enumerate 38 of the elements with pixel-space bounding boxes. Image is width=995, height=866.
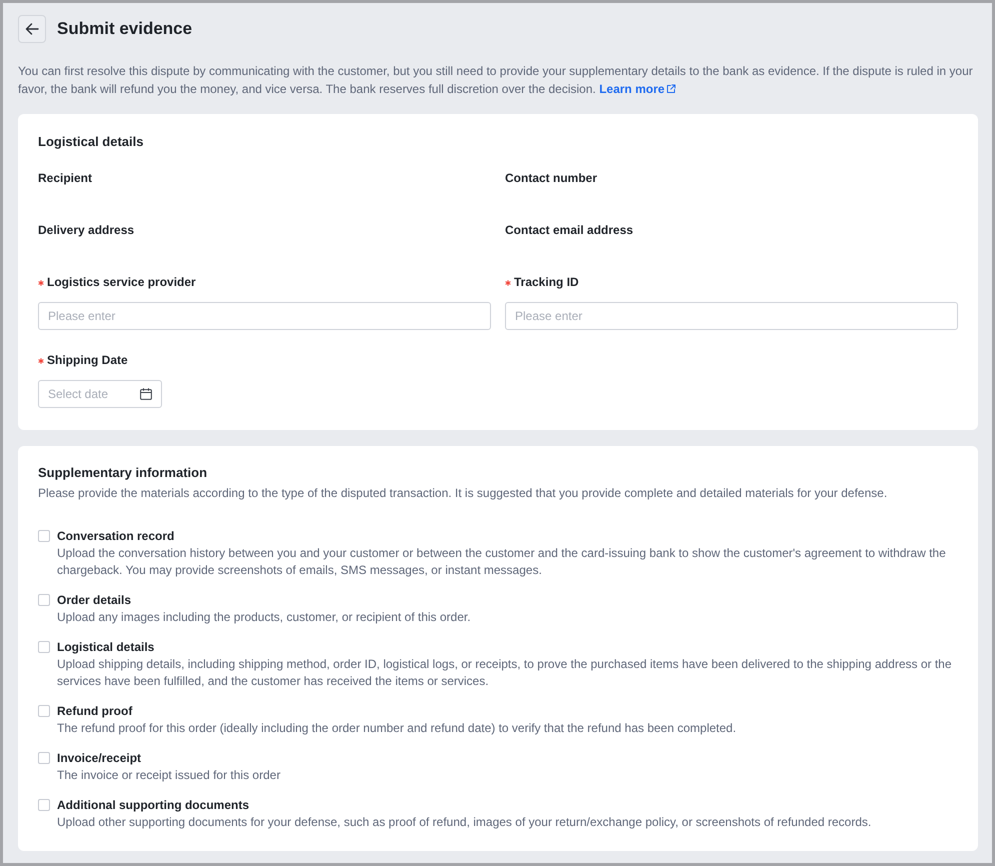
page-title: Submit evidence <box>57 18 192 40</box>
text-input[interactable]: Please enter <box>38 302 491 330</box>
text-input[interactable]: Please enter <box>505 302 958 330</box>
checkbox[interactable] <box>38 799 50 811</box>
field-label: Recipient <box>38 170 92 187</box>
field-label: Tracking ID <box>514 274 579 291</box>
external-link-icon <box>666 84 676 94</box>
section-description: Please provide the materials according to the type of the disputed transaction. It is suggested that you provide complete and detailed materials for your defense. <box>38 485 888 502</box>
option-description: The invoice or receipt issued for this order <box>57 767 282 784</box>
field-label: Shipping Date <box>47 352 128 369</box>
calendar-icon <box>140 388 152 400</box>
back-arrow-icon <box>25 22 39 36</box>
date-field[interactable]: Select date <box>38 380 162 408</box>
learn-more-link[interactable]: Learn more <box>599 82 676 96</box>
checkbox[interactable] <box>38 594 50 606</box>
option-label: Order details <box>57 592 132 609</box>
option-description: Upload shipping details, including shipping method, order ID, logistical logs, or receipts, to prove the purchased items have been delivered to the shipping address or the services have been fulfilled, and the customer has received the items or services. <box>57 656 953 690</box>
section-title: Logistical details <box>38 133 144 151</box>
field-label: Logistics service provider <box>47 274 196 291</box>
field-label: Delivery address <box>38 222 134 239</box>
option-description: Upload the conversation history between you and your customer or between the customer and the card-issuing bank to show the customer's agreement to withdraw the chargeback. You may provide screenshots of emails, SMS messages, or instant messages. <box>57 545 947 579</box>
option-label: Logistical details <box>57 639 156 656</box>
option-label: Additional supporting documents <box>57 797 250 814</box>
option-description: Upload other supporting documents for your defense, such as proof of refund, images of your return/exchange policy, or screenshots of refunded records. <box>57 814 872 831</box>
section-title: Supplementary information <box>38 464 208 482</box>
intro-text: You can first resolve this dispute by communicating with the customer, but you still need to provide your supplementary details to the bank as evidence. If the dispute is ruled in your favor, the bank will refund you the money, and vice versa. The bank reserves full discretion over the decision. Learn more <box>18 63 974 98</box>
checkbox[interactable] <box>38 530 50 542</box>
option-label: Conversation record <box>57 528 176 545</box>
option-description: Upload any images including the products, customer, or recipient of this order. <box>57 609 472 626</box>
option-description: The refund proof for this order (ideally including the order number and refund date) to verify that the refund has been completed. <box>57 720 738 737</box>
checkbox[interactable] <box>38 705 50 717</box>
back-button[interactable] <box>18 15 46 43</box>
checkbox[interactable] <box>38 641 50 653</box>
field-label: Contact number <box>505 170 598 187</box>
checkbox[interactable] <box>38 752 50 764</box>
option-label: Invoice/receipt <box>57 750 142 767</box>
field-label: Contact email address <box>505 222 634 239</box>
option-label: Refund proof <box>57 703 134 720</box>
